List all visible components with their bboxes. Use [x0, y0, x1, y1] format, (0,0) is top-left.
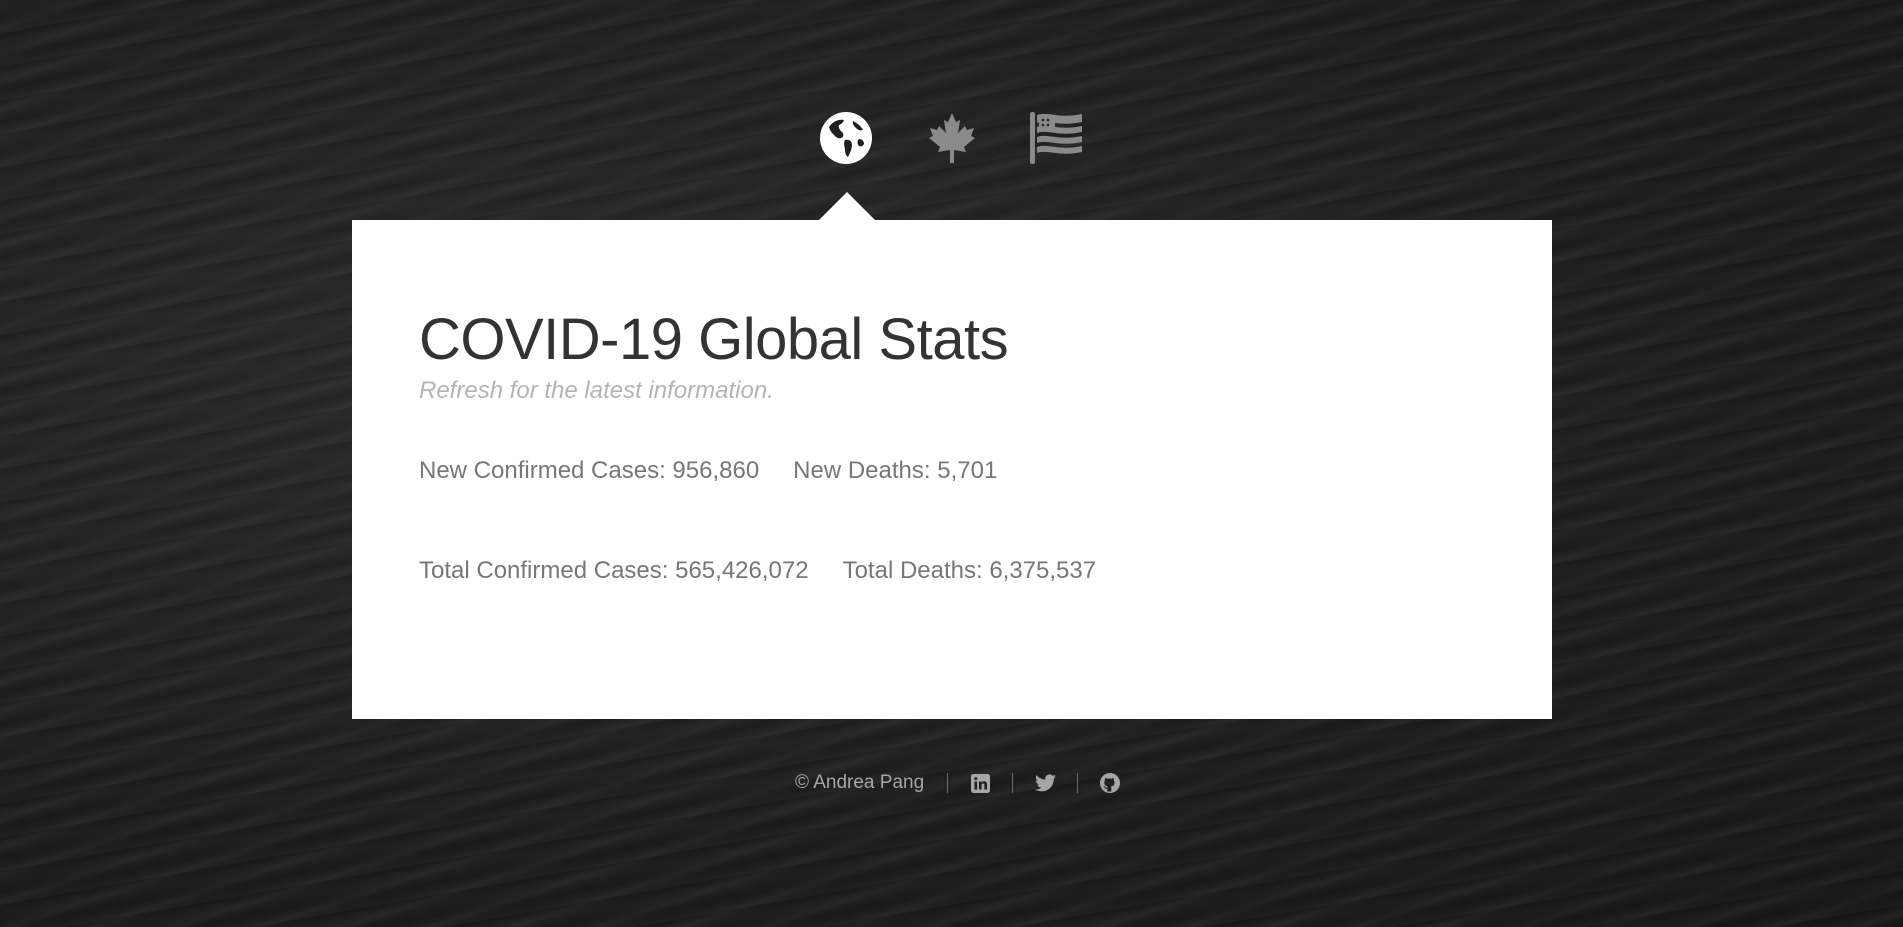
twitter-icon: [1034, 774, 1056, 792]
page-title: COVID-19 Global Stats: [419, 307, 1009, 372]
nav-global-tab[interactable]: [818, 110, 874, 166]
twitter-link[interactable]: [1013, 774, 1077, 792]
linkedin-link[interactable]: [948, 773, 1012, 793]
nav-usa-tab[interactable]: [1028, 110, 1084, 166]
globe-icon: [819, 111, 873, 165]
total-confirmed-cases: Total Confirmed Cases: 565,426,072: [419, 557, 809, 584]
linkedin-icon: [970, 773, 990, 793]
footer: © Andrea Pang: [795, 768, 1142, 798]
total-stats-row: Total Confirmed Cases: 565,426,072 Total…: [419, 556, 1485, 586]
new-confirmed-cases: New Confirmed Cases: 956,860: [419, 457, 760, 484]
nav-canada-tab[interactable]: [924, 110, 980, 166]
new-stats-row: New Confirmed Cases: 956,860 New Deaths:…: [419, 456, 1485, 486]
active-tab-pointer: [818, 192, 876, 221]
new-deaths: New Deaths: 5,701: [793, 457, 998, 484]
us-flag-icon: [1028, 110, 1084, 166]
github-icon: [1100, 773, 1121, 793]
total-deaths: Total Deaths: 6,375,537: [842, 557, 1097, 584]
github-link[interactable]: [1078, 773, 1142, 793]
region-nav: [818, 110, 1088, 172]
stats-card: COVID-19 Global Stats Refresh for the la…: [352, 192, 1552, 719]
page-subtitle: Refresh for the latest information.: [419, 377, 774, 404]
copyright-text: © Andrea Pang: [795, 772, 925, 793]
maple-leaf-icon: [927, 111, 977, 165]
